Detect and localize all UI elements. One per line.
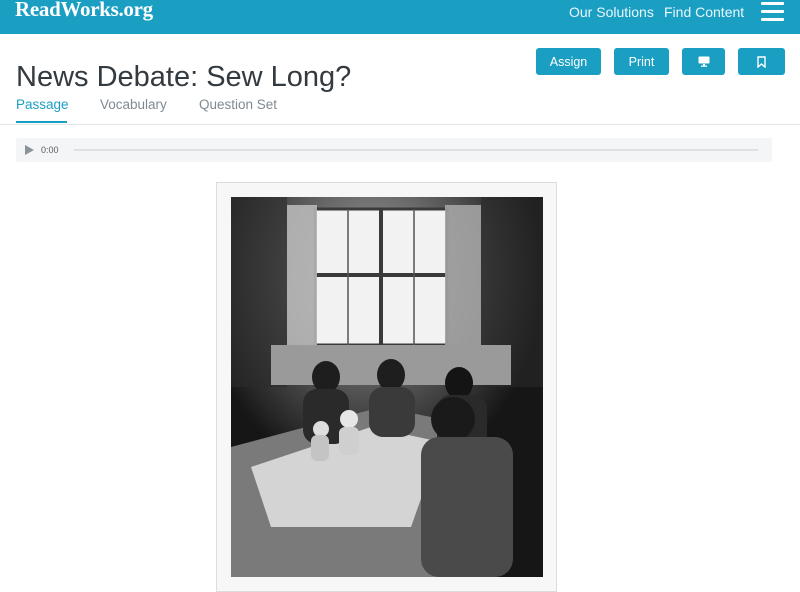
tab-divider xyxy=(0,124,800,125)
audio-time: 0:00 xyxy=(41,145,59,155)
hamburger-line xyxy=(761,18,784,21)
bookmark-icon xyxy=(757,55,766,68)
nav-find-content[interactable]: Find Content xyxy=(664,4,744,20)
play-icon[interactable] xyxy=(25,145,34,155)
readworks-logo[interactable]: ReadWorks.org xyxy=(15,0,153,22)
audio-progress-track[interactable] xyxy=(74,149,758,151)
tab-vocabulary[interactable]: Vocabulary xyxy=(100,97,167,112)
assign-button[interactable]: Assign xyxy=(536,48,601,75)
hamburger-menu-icon[interactable] xyxy=(761,2,784,22)
tab-passage[interactable]: Passage xyxy=(16,97,69,112)
active-tab-indicator xyxy=(16,121,67,123)
page-title: News Debate: Sew Long? xyxy=(16,61,352,94)
print-button[interactable]: Print xyxy=(614,48,669,75)
hamburger-line xyxy=(761,2,784,5)
hamburger-line xyxy=(761,10,784,13)
monitor-icon xyxy=(698,56,709,67)
audio-player: 0:00 xyxy=(16,138,772,162)
passage-photo xyxy=(231,197,543,577)
nav-our-solutions[interactable]: Our Solutions xyxy=(569,4,654,20)
passage-image-frame xyxy=(216,182,557,592)
bookmark-button[interactable] xyxy=(738,48,785,75)
present-button[interactable] xyxy=(682,48,725,75)
tab-question-set[interactable]: Question Set xyxy=(199,97,277,112)
top-navigation-bar: ReadWorks.org Our Solutions Find Content xyxy=(0,0,800,34)
